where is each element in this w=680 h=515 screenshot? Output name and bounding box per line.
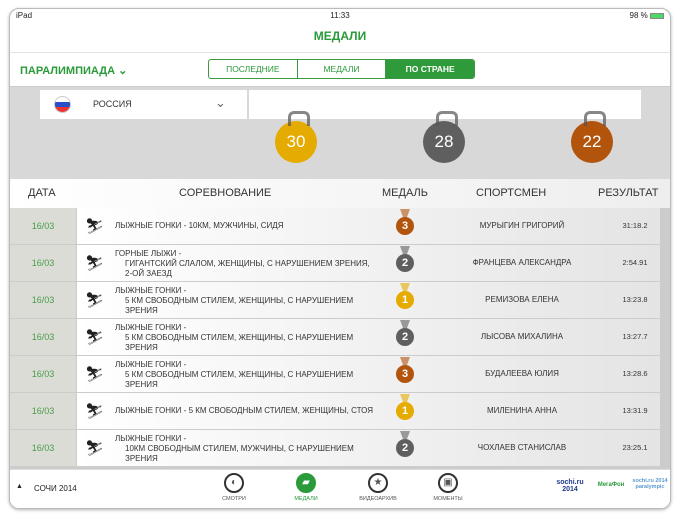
athlete-name: МИЛЕНИНА АННА	[486, 406, 558, 415]
table-row[interactable]: 16/03 ⛷ ЛЫЖНЫЕ ГОНКИ - 5 КМ СВОБОДНЫМ СТ…	[10, 393, 670, 430]
medal-icon: 1	[396, 291, 414, 309]
header-medal: МЕДАЛЬ	[382, 187, 428, 199]
event-name: ГОРНЫЕ ЛЫЖИ - ГИГАНТСКИЙ СЛАЛОМ, ЖЕНЩИНЫ,…	[115, 249, 370, 278]
athlete-name: ЛЫСОВА МИХАЛИНА	[480, 332, 564, 341]
country-summary: РОССИЯ ⌄ 30 28 22	[10, 87, 670, 179]
table-row[interactable]: 16/03 ⛷ ГОРНЫЕ ЛЫЖИ - ГИГАНТСКИЙ СЛАЛОМ, …	[10, 245, 670, 282]
skier-icon: ⛷	[85, 366, 105, 383]
chevron-down-icon: ⌄	[215, 95, 226, 110]
chevron-down-icon: ⌄	[118, 65, 128, 77]
result-time: 13:27.7	[622, 332, 648, 341]
result-time: 31:18.2	[622, 221, 648, 230]
table-row[interactable]: 16/03 ⛷ ЛЫЖНЫЕ ГОНКИ -10КМ СВОБОДНЫМ СТИ…	[10, 430, 670, 467]
event-name: ЛЫЖНЫЕ ГОНКИ -5 КМ СВОБОДНЫМ СТИЛЕМ, ЖЕН…	[115, 286, 354, 315]
battery-percent: 98 %	[629, 11, 648, 20]
medal-icon: 3	[396, 217, 414, 235]
table-row[interactable]: 16/03 ⛷ ЛЫЖНЫЕ ГОНКИ - 10КМ, МУЖЧИНЫ, СИ…	[10, 208, 670, 245]
star-icon: ★	[368, 473, 388, 493]
table-header: ДАТА СОРЕВНОВАНИЕ МЕДАЛЬ СПОРТСМЕН РЕЗУЛ…	[10, 179, 670, 208]
gold-medal-count: 30	[275, 111, 317, 163]
skier-icon: ⛷	[85, 292, 105, 309]
tab-moments[interactable]: ▣ МОМЕНТЫ	[423, 473, 473, 502]
megafon-logo: МегаФон	[597, 482, 625, 488]
segmented-control: ПОСЛЕДНИЕ МЕДАЛИ ПО СТРАНЕ	[208, 59, 475, 79]
event-name: ЛЫЖНЫЕ ГОНКИ - 10КМ, МУЖЧИНЫ, СИДЯ	[115, 221, 284, 230]
result-time: 13:23.8	[622, 295, 648, 304]
tab-by-country[interactable]: ПО СТРАНЕ	[386, 60, 474, 78]
results-list[interactable]: 16/03 ⛷ ЛЫЖНЫЕ ГОНКИ - 10КМ, МУЖЧИНЫ, СИ…	[10, 208, 670, 469]
page-title: МЕДАЛИ	[313, 29, 367, 43]
event-name: ЛЫЖНЫЕ ГОНКИ -5 КМ СВОБОДНЫМ СТИЛЕМ, ЖЕН…	[115, 323, 354, 352]
expand-up-icon[interactable]: ▲	[16, 483, 23, 490]
tab-watch[interactable]: ◐ СМОТРИ	[209, 473, 259, 502]
tab-video-archive[interactable]: ★ ВИДЕОАРХИВ	[353, 473, 403, 502]
skier-icon: ⛷	[85, 329, 105, 346]
skier-icon: ⛷	[85, 403, 105, 420]
result-time: 2:54.91	[622, 258, 648, 267]
table-row[interactable]: 16/03 ⛷ ЛЫЖНЫЕ ГОНКИ -5 КМ СВОБОДНЫМ СТИ…	[10, 319, 670, 356]
watch-icon: ◐	[224, 473, 244, 493]
clock: 11:33	[330, 11, 350, 20]
event-label: СОЧИ 2014	[34, 484, 77, 493]
result-time: 13:28.6	[622, 369, 648, 378]
nav-bar: ПАРАЛИМПИАДА ⌄ ПОСЛЕДНИЕ МЕДАЛИ ПО СТРАН…	[10, 52, 670, 87]
medal-icon: 2	[396, 328, 414, 346]
app-window: iPad 11:33 98 % МЕДАЛИ ПАРАЛИМПИАДА ⌄ ПО…	[9, 8, 671, 509]
row-date: 16/03	[10, 356, 76, 392]
tab-medals[interactable]: МЕДАЛИ	[298, 60, 387, 78]
battery-icon	[650, 12, 664, 19]
table-row[interactable]: 16/03 ⛷ ЛЫЖНЫЕ ГОНКИ -5 КМ СВОБОДНЫМ СТИ…	[10, 282, 670, 319]
row-date: 16/03	[10, 245, 76, 281]
sochi-logo: sochi.ru 2014	[556, 479, 584, 493]
athlete-name: РЕМИЗОВА ЕЛЕНА	[485, 295, 559, 304]
skier-icon: ⛷	[85, 440, 105, 457]
medal-icon: 2	[396, 439, 414, 457]
header-date: ДАТА	[28, 187, 56, 199]
table-row[interactable]: 16/03 ⛷ ЛЫЖНЫЕ ГОНКИ -5 КМ СВОБОДНЫМ СТИ…	[10, 356, 670, 393]
athlete-name: ФРАНЦЕВА АЛЕКСАНДРА	[472, 258, 572, 267]
bottom-bar: ▲ СОЧИ 2014 ◐ СМОТРИ ▰ МЕДАЛИ ★ ВИДЕОАРХИВ …	[10, 469, 670, 508]
medals-chart-icon: ▰	[296, 473, 316, 493]
result-time: 23:25.1	[622, 443, 648, 452]
row-date: 16/03	[10, 393, 76, 429]
film-icon: ▣	[438, 473, 458, 493]
header-result: РЕЗУЛЬТАТ	[598, 187, 659, 199]
paralympic-logo: sochi.ru 2014 paralympic	[632, 478, 668, 490]
row-date: 16/03	[10, 282, 76, 318]
athlete-name: МУРЫГИН ГРИГОРИЙ	[479, 221, 565, 230]
country-dropdown[interactable]: РОССИЯ ⌄	[40, 90, 247, 119]
skier-icon: ⛷	[85, 255, 105, 272]
tab-latest[interactable]: ПОСЛЕДНИЕ	[209, 60, 298, 78]
row-date: 16/03	[10, 319, 76, 355]
event-name: ЛЫЖНЫЕ ГОНКИ -5 КМ СВОБОДНЫМ СТИЛЕМ, ЖЕН…	[115, 360, 354, 389]
skier-icon: ⛷	[85, 218, 105, 235]
row-date: 16/03	[10, 430, 76, 466]
result-time: 13:31.9	[622, 406, 648, 415]
athlete-name: БУДАЛЕЕВА ЮЛИЯ	[485, 369, 559, 378]
country-name: РОССИЯ	[93, 99, 132, 109]
medal-icon: 3	[396, 365, 414, 383]
bronze-medal-count: 22	[571, 111, 613, 163]
silver-medal-count: 28	[423, 111, 465, 163]
medal-icon: 1	[396, 402, 414, 420]
athlete-name: ЧОХЛАЕВ СТАНИСЛАВ	[477, 443, 567, 452]
event-name: ЛЫЖНЫЕ ГОНКИ - 5 КМ СВОБОДНЫМ СТИЛЕМ, ЖЕ…	[115, 406, 373, 415]
games-selector[interactable]: ПАРАЛИМПИАДА ⌄	[20, 64, 127, 77]
row-date: 16/03	[10, 208, 76, 244]
header-event: СОРЕВНОВАНИЕ	[179, 187, 272, 199]
header-athlete: СПОРТСМЕН	[476, 187, 547, 199]
tab-medals-bottom[interactable]: ▰ МЕДАЛИ	[281, 473, 331, 502]
status-bar: iPad 11:33 98 %	[10, 11, 670, 23]
event-name: ЛЫЖНЫЕ ГОНКИ -10КМ СВОБОДНЫМ СТИЛЕМ, МУЖ…	[115, 434, 354, 463]
russia-flag-icon	[54, 96, 71, 113]
medal-icon: 2	[396, 254, 414, 272]
